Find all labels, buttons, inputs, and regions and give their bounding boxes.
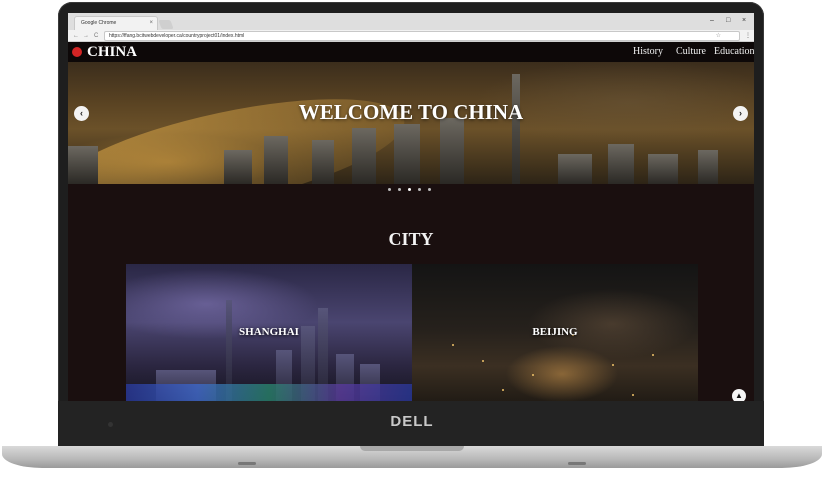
carousel-prev-button[interactable]: ‹ (74, 106, 89, 121)
hero-building (394, 124, 420, 184)
hero-building (440, 118, 464, 184)
close-window-icon[interactable]: × (742, 16, 746, 26)
nav-link-culture[interactable]: Culture (676, 46, 706, 58)
bookmark-star-icon[interactable]: ☆ (716, 32, 721, 40)
tab-title: Google Chrome (81, 20, 117, 26)
hero-tower (512, 74, 520, 184)
hero-building (68, 146, 98, 184)
brand-logo-text[interactable]: CHINA (87, 43, 137, 61)
new-tab-button[interactable] (158, 20, 174, 29)
city-light (652, 354, 654, 356)
laptop-foot (238, 462, 256, 465)
camera-dot (108, 422, 113, 427)
screen: Google Chrome × – □ × ← → C https://ffan… (68, 13, 754, 401)
dell-logo: DELL (390, 413, 434, 430)
nav-link-education[interactable]: Education (714, 46, 754, 58)
city-light (532, 374, 534, 376)
site-navbar: CHINA History Culture Education (68, 42, 754, 62)
hero-title: WELCOME TO CHINA (298, 100, 524, 124)
hero-building (648, 154, 678, 184)
carousel-indicator[interactable] (428, 188, 431, 191)
hero-building (698, 150, 718, 184)
city-light (632, 394, 634, 396)
tab-close-icon[interactable]: × (149, 17, 153, 30)
carousel-indicator-active[interactable] (408, 188, 411, 191)
city-light (502, 389, 504, 391)
browser-titlebar: Google Chrome × – □ × (68, 13, 754, 30)
hero-building (312, 140, 334, 184)
city-light (452, 344, 454, 346)
laptop-foot (568, 462, 586, 465)
hero-carousel: WELCOME TO CHINA ‹ › (68, 62, 754, 184)
city-card-beijing[interactable]: BEIJING (412, 264, 698, 401)
hero-building (264, 136, 288, 184)
brand-dot-icon (72, 47, 82, 57)
reload-icon[interactable]: C (94, 31, 98, 41)
city-light (482, 360, 484, 362)
minimize-icon[interactable]: – (710, 16, 714, 26)
city-name-shanghai: SHANGHAI (239, 326, 299, 338)
back-icon[interactable]: ← (73, 31, 79, 41)
city-name-beijing: BEIJING (532, 326, 578, 338)
hero-building (352, 128, 376, 184)
forward-icon[interactable]: → (83, 31, 89, 41)
browser-tab[interactable]: Google Chrome × (74, 16, 158, 30)
maximize-icon[interactable]: □ (726, 16, 730, 26)
nav-link-history[interactable]: History (633, 46, 663, 58)
city-section-heading: CITY (388, 229, 434, 249)
carousel-indicator[interactable] (418, 188, 421, 191)
hero-building (608, 144, 634, 184)
carousel-next-button[interactable]: › (733, 106, 748, 121)
water-reflection (126, 384, 412, 401)
address-bar[interactable]: https://ffang.bcitwebdeveloper.ca/countr… (104, 31, 740, 41)
url-text: https://ffang.bcitwebdeveloper.ca/countr… (109, 33, 245, 39)
city-light (612, 364, 614, 366)
browser-toolbar: ← → C https://ffang.bcitwebdeveloper.ca/… (68, 30, 754, 42)
hero-building (558, 154, 592, 184)
carousel-indicator[interactable] (398, 188, 401, 191)
carousel-indicators (68, 188, 754, 192)
city-card-shanghai[interactable]: SHANGHAI (126, 264, 412, 401)
scroll-to-top-button[interactable]: ▲ (732, 389, 746, 401)
hero-building (224, 150, 252, 184)
laptop-notch (360, 446, 464, 451)
browser-menu-icon[interactable]: ⋮ (745, 31, 751, 41)
carousel-indicator[interactable] (388, 188, 391, 191)
website: CHINA History Culture Education WELCOME … (68, 42, 754, 401)
